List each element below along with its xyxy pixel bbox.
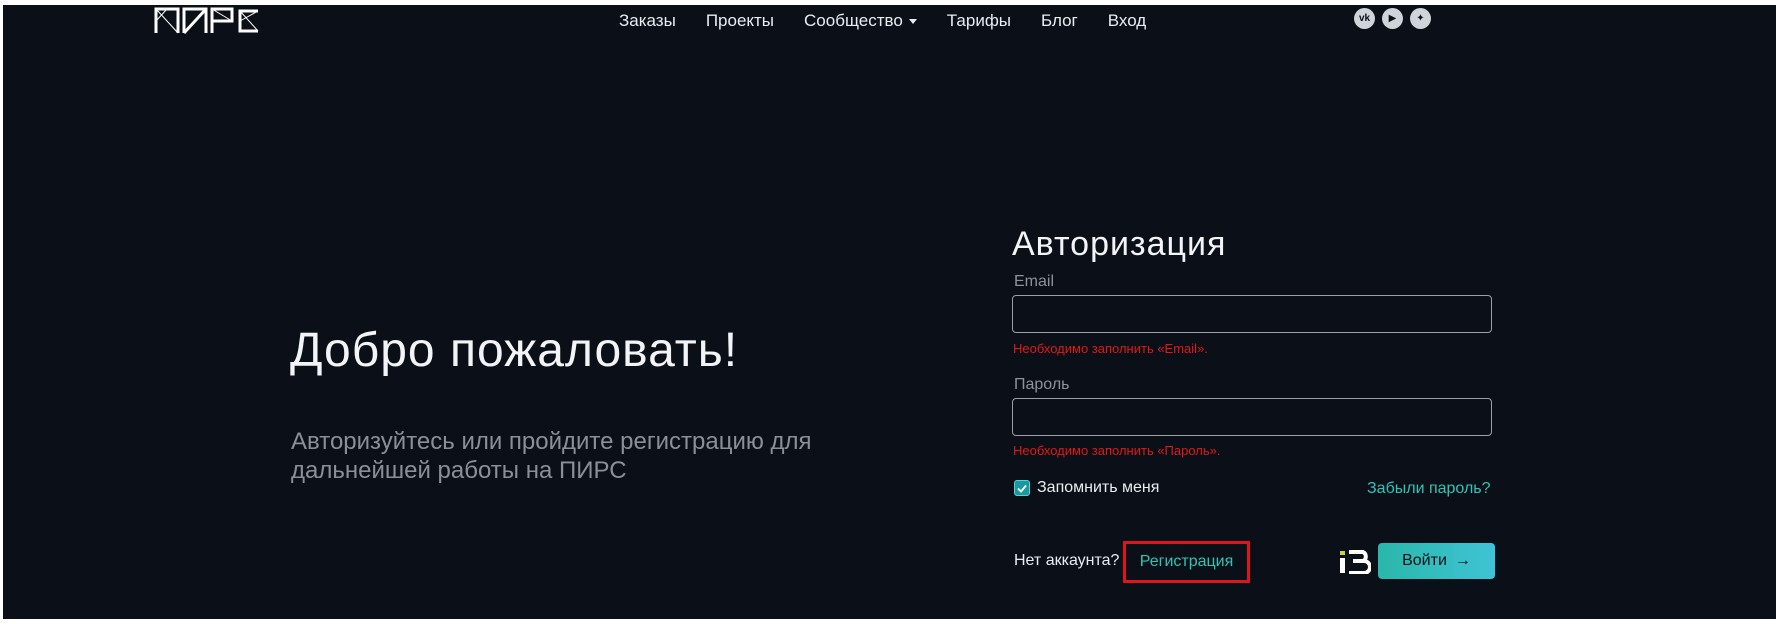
nav-item-label: Тарифы xyxy=(946,11,1012,30)
nav-item-label: Заказы xyxy=(619,11,676,30)
compass-icon[interactable]: ✦ xyxy=(1410,8,1431,29)
nav-item-label: Проекты xyxy=(705,11,775,30)
check-icon xyxy=(1017,484,1027,493)
social-links: vk ▶ ✦ xyxy=(1354,8,1431,29)
remember-me: Запомнить меня xyxy=(1014,479,1159,497)
vk-icon[interactable]: vk xyxy=(1354,8,1375,29)
login-button-label: Войти xyxy=(1402,552,1447,569)
email-error: Необходимо заполнить «Email». xyxy=(1013,341,1208,356)
register-highlight: Регистрация xyxy=(1123,541,1250,583)
forgot-password-link[interactable]: Забыли пароль? xyxy=(1367,480,1491,498)
nav-item-blog[interactable]: Блог xyxy=(1041,11,1078,31)
main-nav: Заказы Проекты Сообщество Тарифы Блог Вх… xyxy=(619,11,1176,31)
nav-item-login[interactable]: Вход xyxy=(1108,11,1146,31)
nav-item-orders[interactable]: Заказы xyxy=(619,11,676,31)
youtube-icon[interactable]: ▶ xyxy=(1382,8,1403,29)
arrow-right-icon: → xyxy=(1454,552,1471,569)
password-field[interactable] xyxy=(1012,398,1492,436)
password-label: Пароль xyxy=(1014,376,1070,393)
register-link[interactable]: Регистрация xyxy=(1140,553,1234,571)
ib-logo-icon xyxy=(1339,550,1372,579)
password-error: Необходимо заполнить «Пароль». xyxy=(1013,443,1221,458)
nav-item-tariffs[interactable]: Тарифы xyxy=(947,11,1011,31)
no-account-label: Нет аккаунта? xyxy=(1014,552,1120,569)
nav-item-label: Блог xyxy=(1041,11,1078,30)
nav-item-community[interactable]: Сообщество xyxy=(804,11,917,31)
nav-item-label: Вход xyxy=(1107,11,1147,30)
email-label: Email xyxy=(1014,273,1055,290)
welcome-title: Добро пожаловать! xyxy=(290,324,739,377)
remember-checkbox[interactable] xyxy=(1014,480,1030,496)
pirs-logo[interactable] xyxy=(154,7,274,35)
chevron-down-icon xyxy=(908,18,917,24)
remember-label: Запомнить меня xyxy=(1037,479,1160,496)
login-button[interactable]: Войти → xyxy=(1378,543,1495,579)
email-field[interactable] xyxy=(1012,295,1492,333)
welcome-subtitle: Авторизуйтесь или пройдите регистрацию д… xyxy=(291,428,812,484)
nav-item-label: Сообщество xyxy=(804,11,903,30)
auth-title: Авторизация xyxy=(1012,225,1227,263)
nav-item-projects[interactable]: Проекты xyxy=(706,11,774,31)
login-page: Заказы Проекты Сообщество Тарифы Блог Вх… xyxy=(3,5,1776,619)
